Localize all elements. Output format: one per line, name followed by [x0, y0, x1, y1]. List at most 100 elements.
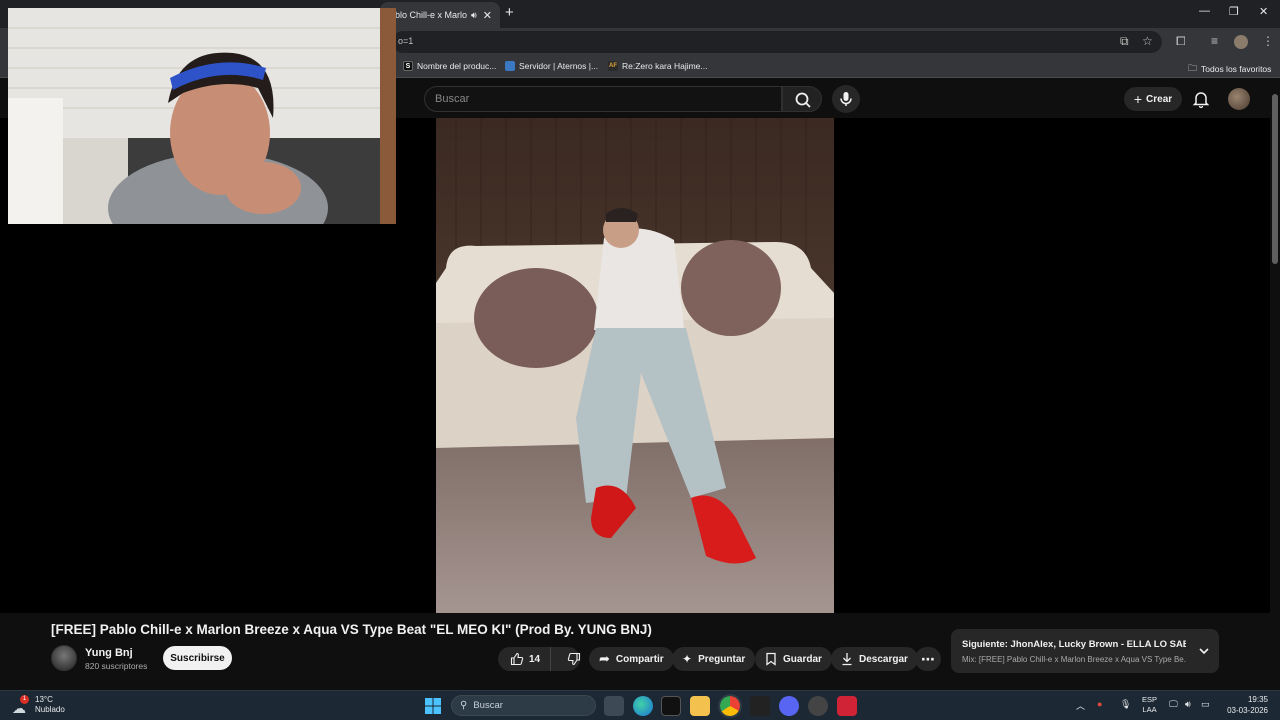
clock-date: 03-03-2026 [1227, 706, 1268, 715]
plus-icon: + [1133, 91, 1143, 107]
download-label: Descargar [859, 653, 908, 665]
bookmark-item[interactable]: Servidor | Aternos |... [505, 61, 598, 71]
speaker-icon[interactable]: 🔊︎ [471, 10, 477, 21]
media-control-icon[interactable]: ≡ [1211, 34, 1218, 48]
vpn-app-icon[interactable] [837, 696, 857, 716]
up-next-subtitle: Mix: [FREE] Pablo Chill-e x Marlon Breez… [962, 655, 1186, 664]
video-thumbnail[interactable] [436, 118, 834, 613]
epic-games-icon[interactable] [661, 696, 681, 716]
bookmark-icon [766, 652, 776, 666]
save-button[interactable]: Guardar [755, 647, 832, 671]
url-text: o=1 [398, 36, 414, 46]
microphone-icon [840, 92, 852, 106]
chevron-down-icon[interactable] [1197, 644, 1211, 658]
tray-chevron-up-icon[interactable]: ︿ [1076, 699, 1085, 712]
video-info-bar: [FREE] Pablo Chill-e x Marlon Breeze x A… [0, 613, 1270, 690]
windows-logo-icon [425, 698, 441, 714]
temperature: 13°C [35, 695, 53, 704]
task-view-icon[interactable] [604, 696, 624, 716]
channel-avatar[interactable] [51, 645, 77, 671]
bookmark-label: Re:Zero kara Hajime... [622, 61, 708, 71]
network-icon[interactable]: 🖵︎ [1169, 699, 1178, 710]
tab-title: ablo Chill-e x Marlo [390, 10, 468, 20]
dislike-button[interactable] [557, 647, 591, 671]
video-title: [FREE] Pablo Chill-e x Marlon Breeze x A… [51, 622, 652, 637]
taskbar-search-input[interactable]: ⚲ Buscar [451, 695, 596, 716]
game-launcher-icon[interactable] [808, 696, 828, 716]
discord-icon[interactable] [779, 696, 799, 716]
subscriber-count: 820 suscriptores [85, 661, 148, 671]
close-window-icon[interactable]: ✕ [1259, 5, 1268, 18]
share-icon: ➦ [599, 651, 610, 666]
like-count: 14 [529, 653, 541, 665]
system-clock[interactable]: 19:35 03-03-2026 [1222, 694, 1268, 716]
bookmark-item[interactable]: S Nombre del produc... [403, 61, 496, 71]
tray-microphone-icon[interactable]: 🎙︎ [1120, 699, 1131, 710]
windows-taskbar: ☁ 1 13°C Nublado ⚲ Buscar ︿ ● 🎙︎ ESP LAA… [0, 690, 1280, 720]
channel-name[interactable]: Yung Bnj [85, 647, 133, 659]
capcut-icon[interactable] [750, 696, 770, 716]
bookmark-star-icon[interactable]: ☆ [1142, 34, 1153, 48]
minimize-icon[interactable]: — [1199, 5, 1210, 17]
like-button[interactable]: 14 [498, 647, 552, 671]
address-bar[interactable]: o=1 [392, 31, 1162, 53]
page-scrollbar[interactable] [1270, 80, 1280, 690]
scrollbar-thumb[interactable] [1272, 94, 1278, 264]
weather-alert-badge: 1 [20, 695, 29, 704]
webcam-overlay [8, 8, 396, 224]
weather-description: Nublado [35, 705, 65, 714]
share-label: Compartir [615, 653, 664, 665]
screen: ablo Chill-e x Marlo 🔊︎ ✕ + — ❐ ✕ o=1 ⧉ … [0, 0, 1280, 720]
new-tab-icon[interactable]: + [505, 4, 514, 21]
bookmark-item[interactable]: AF Re:Zero kara Hajime... [608, 61, 708, 71]
language-indicator[interactable]: ESP LAA [1142, 695, 1157, 715]
bookmark-label: Servidor | Aternos |... [519, 61, 599, 71]
subscribe-button[interactable]: Suscribirse [163, 646, 232, 670]
sparkle-icon: ✦ [682, 652, 693, 666]
battery-icon[interactable]: ▭ [1201, 699, 1210, 710]
save-label: Guardar [783, 653, 822, 665]
up-next-title: Siguiente: JhonAlex, Lucky Brown - ELLA … [962, 639, 1186, 650]
all-bookmarks-folder[interactable]: 🗀︎ Todos los favoritos [1188, 61, 1271, 77]
volume-icon[interactable]: 🔊︎ [1185, 699, 1191, 710]
create-label: Crear [1146, 93, 1173, 105]
ask-button[interactable]: ✦ Preguntar [672, 647, 756, 671]
download-icon [842, 653, 852, 666]
up-next-card[interactable]: Siguiente: JhonAlex, Lucky Brown - ELLA … [951, 629, 1219, 673]
extensions-icon[interactable]: ⧠ [1176, 34, 1186, 49]
account-avatar[interactable] [1228, 88, 1250, 110]
restore-icon[interactable]: ❐ [1229, 5, 1239, 18]
language-top: ESP [1142, 695, 1158, 704]
cast-icon[interactable]: ⧉ [1120, 34, 1129, 49]
file-explorer-icon[interactable] [690, 696, 710, 716]
edge-browser-icon[interactable] [633, 696, 653, 716]
like-dislike-group: 14 [498, 647, 581, 671]
voice-search-button[interactable] [832, 85, 860, 113]
folder-icon: 🗀︎ [1188, 63, 1198, 73]
browser-tab-active[interactable]: ablo Chill-e x Marlo 🔊︎ ✕ [380, 2, 500, 28]
more-actions-button[interactable]: ⋯ [915, 647, 941, 671]
share-button[interactable]: ➦ Compartir [589, 647, 674, 671]
clock-time: 19:35 [1247, 695, 1268, 704]
webcam-feed [8, 8, 396, 224]
create-button[interactable]: + Crear [1124, 87, 1182, 111]
chrome-browser-icon[interactable] [718, 694, 742, 718]
bookmark-label: Nombre del produc... [417, 61, 497, 71]
search-button[interactable] [782, 86, 822, 112]
profile-avatar-icon[interactable] [1234, 35, 1248, 49]
more-menu-icon[interactable]: ⋮ [1262, 34, 1274, 48]
search-placeholder: Buscar [435, 93, 470, 105]
thumbs-down-icon [567, 652, 581, 666]
search-icon: ⚲ [460, 700, 468, 711]
taskbar-search-label: Buscar [473, 700, 503, 711]
thumbnail-artwork [436, 118, 834, 613]
close-tab-icon[interactable]: ✕ [483, 9, 492, 22]
weather-widget[interactable]: ☁ 1 13°C Nublado [12, 695, 65, 716]
search-input[interactable]: Buscar [424, 86, 782, 112]
start-menu-button[interactable] [424, 697, 444, 717]
search-icon [795, 92, 811, 108]
tray-app-icon[interactable]: ● [1097, 699, 1102, 709]
notifications-bell-icon[interactable] [1192, 90, 1210, 108]
bookmark-favicon-icon: AF [608, 61, 618, 71]
download-button[interactable]: Descargar [831, 647, 918, 671]
